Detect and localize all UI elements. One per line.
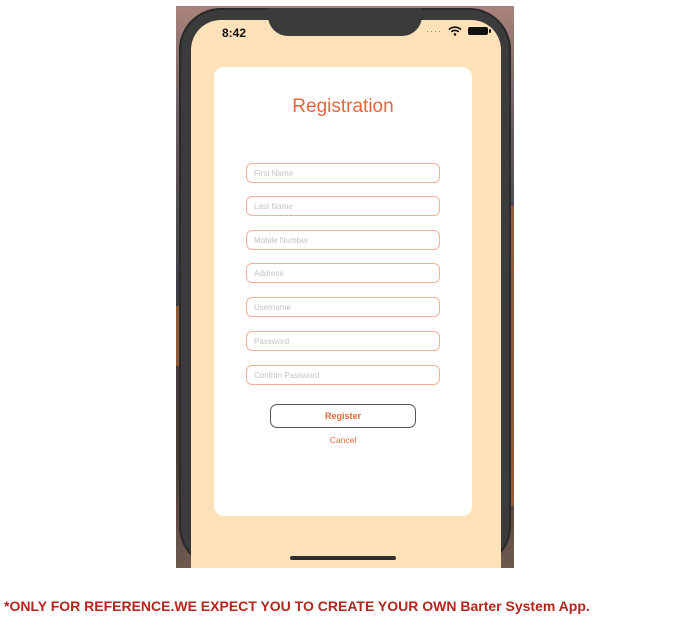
home-indicator xyxy=(290,556,396,560)
confirm-password-field[interactable] xyxy=(246,365,440,385)
wifi-icon xyxy=(448,26,462,36)
first-name-field[interactable] xyxy=(246,163,440,183)
page-title: Registration xyxy=(292,96,394,117)
phone-notch xyxy=(268,8,422,36)
registration-card xyxy=(214,67,472,516)
last-name-field[interactable] xyxy=(246,196,440,216)
address-field[interactable] xyxy=(246,263,440,283)
register-button[interactable]: Register xyxy=(270,404,416,428)
cancel-link[interactable]: Cancel xyxy=(214,435,472,445)
password-field[interactable] xyxy=(246,331,440,351)
reference-note: *ONLY FOR REFERENCE.WE EXPECT YOU TO CRE… xyxy=(4,598,590,614)
status-icons: ···· xyxy=(426,24,491,38)
mobile-number-field[interactable] xyxy=(246,230,440,250)
battery-icon xyxy=(468,27,491,35)
cellular-dots-icon: ···· xyxy=(426,26,442,36)
username-field[interactable] xyxy=(246,297,440,317)
status-time: 8:42 xyxy=(222,26,247,40)
